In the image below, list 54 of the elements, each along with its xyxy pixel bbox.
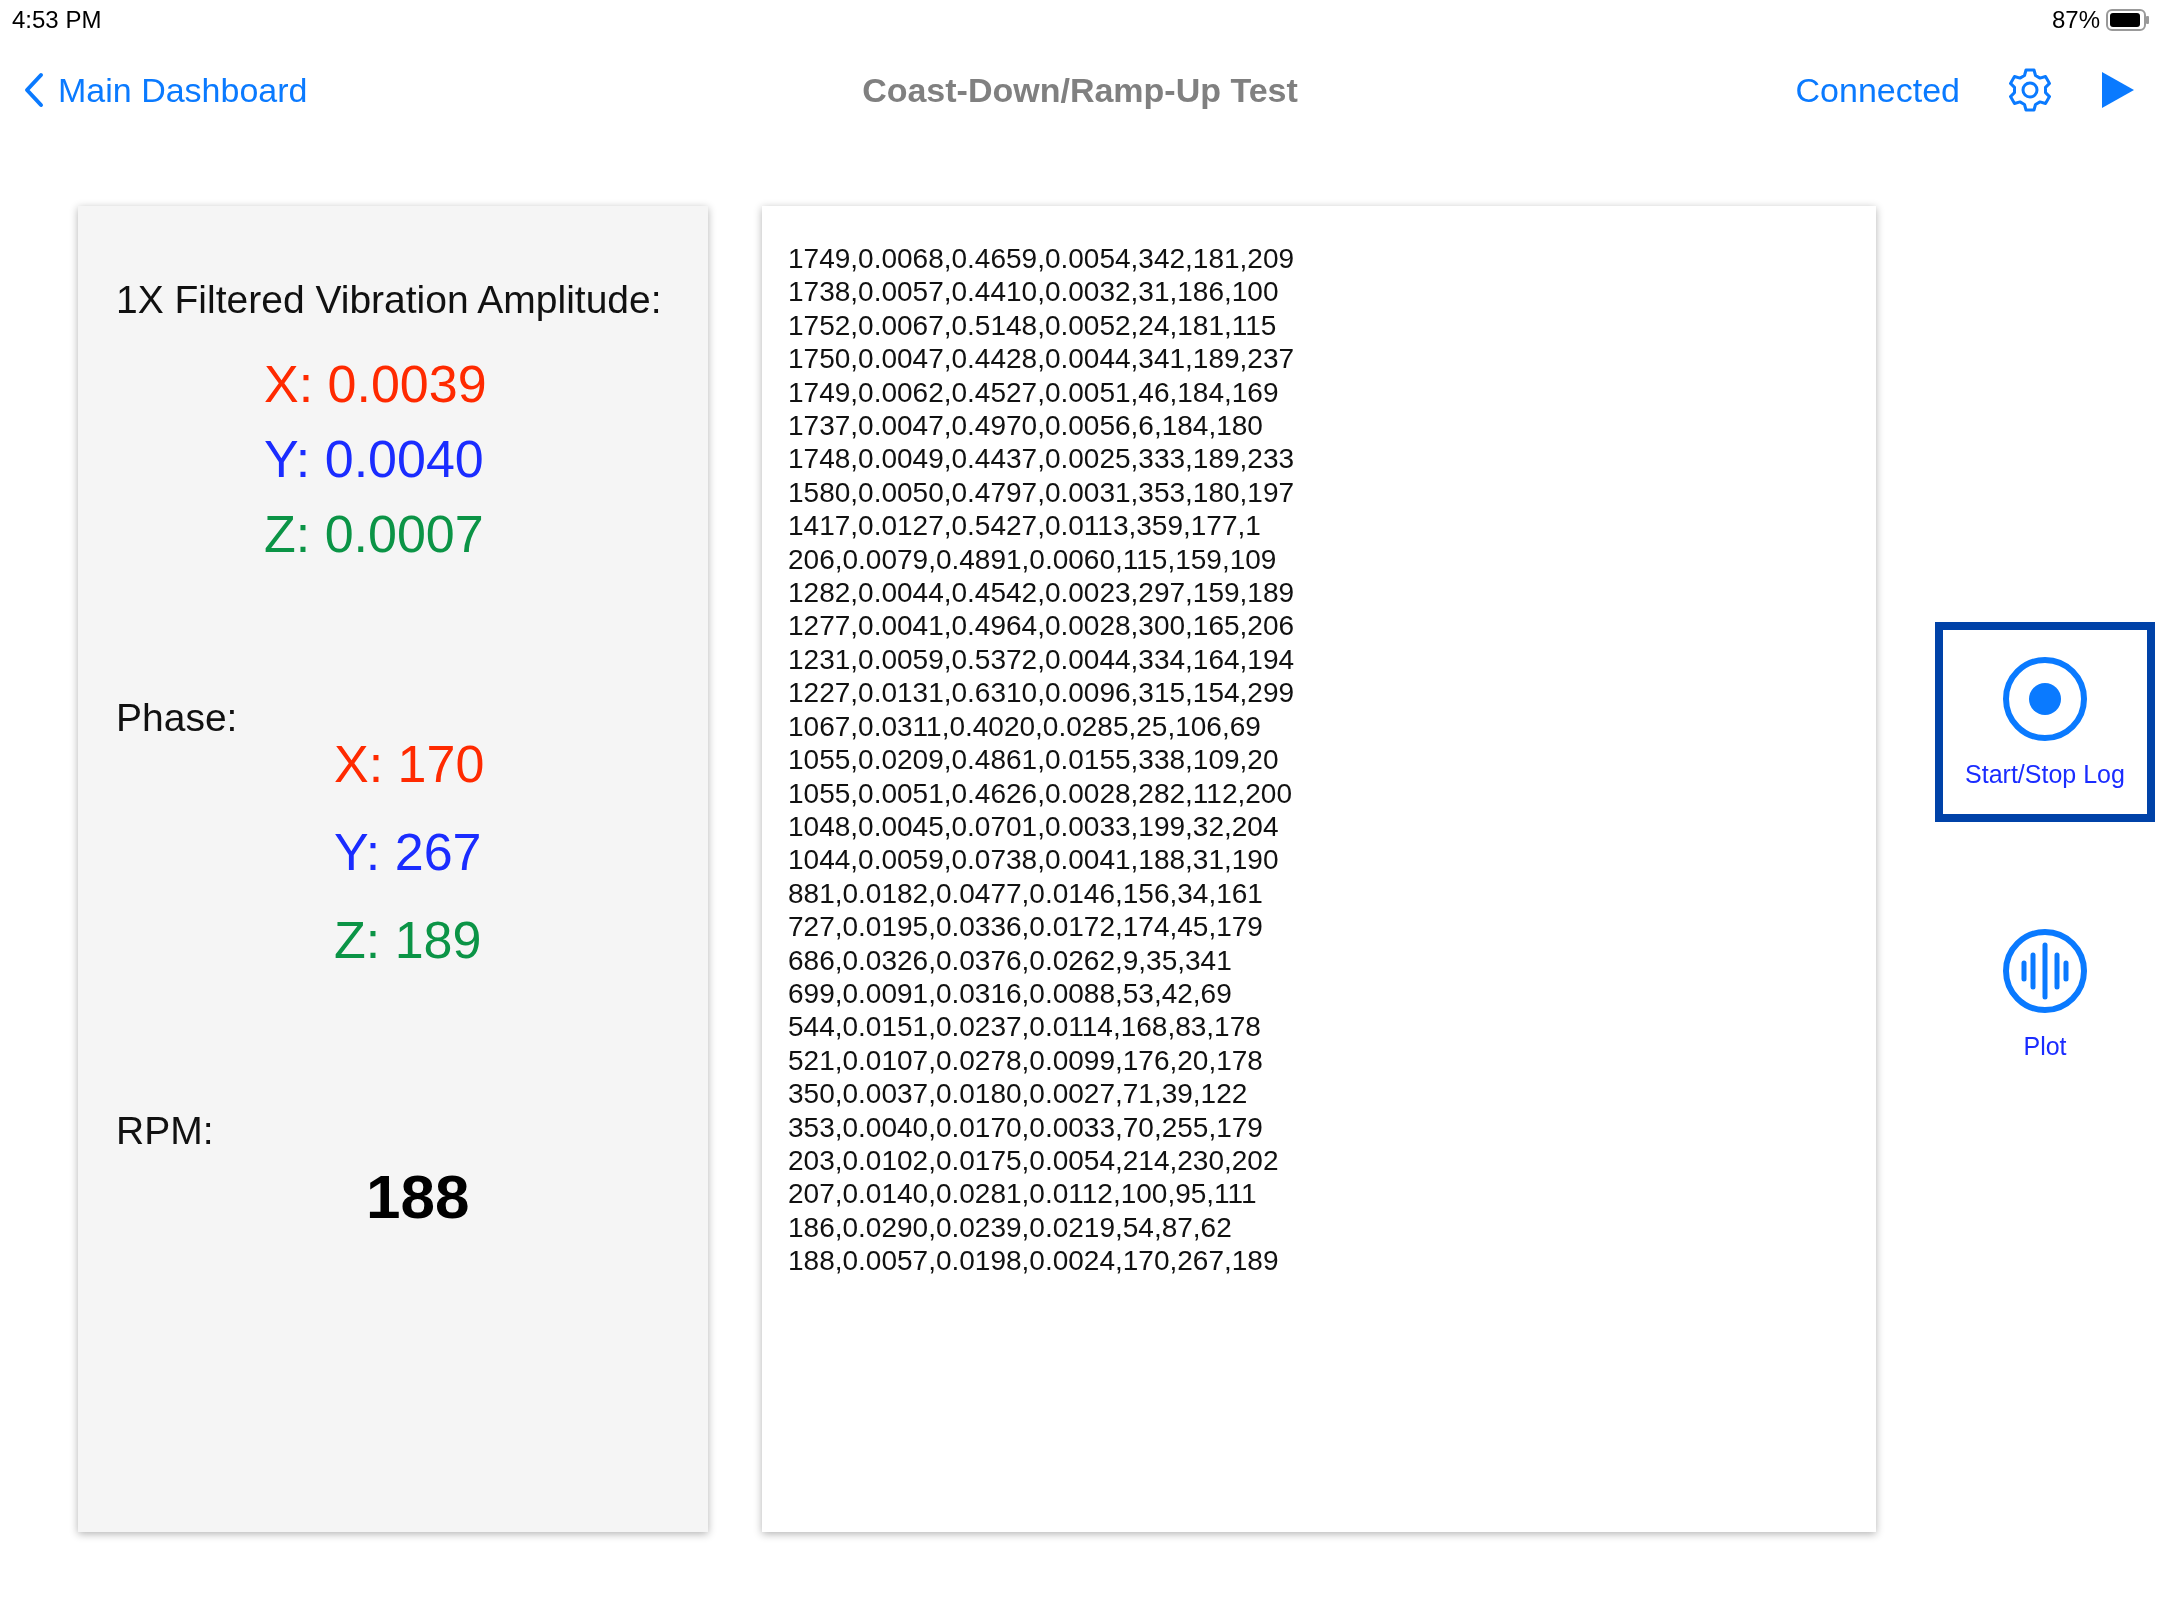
status-time: 4:53 PM	[12, 6, 102, 34]
log-line: 1752,0.0067,0.5148,0.0052,24,181,115	[788, 308, 1278, 343]
log-button[interactable]: Start/Stop Log	[1935, 622, 2155, 822]
log-line: 350,0.0037,0.0180,0.0027,71,39,122	[788, 1077, 1249, 1111]
log-line: 699,0.0091,0.0316,0.0088,53,42,69	[788, 976, 1233, 1011]
log-line: 1055,0.0051,0.4626,0.0028,282,112,200	[788, 776, 1293, 810]
amplitude-value: X: 0.0039	[264, 356, 487, 414]
log-line: 186,0.0290,0.0239,0.0219,54,87,62	[788, 1210, 1233, 1245]
log-line: 881,0.0182,0.0477,0.0146,156,34,161	[788, 876, 1264, 911]
log-line: 1055,0.0209,0.4861,0.0155,338,109,20	[788, 743, 1280, 777]
log-line: 686,0.0326,0.0376,0.0262,9,35,341	[788, 943, 1233, 977]
log-line: 206,0.0079,0.4891,0.0060,115,159,109	[788, 542, 1278, 577]
log-line: 1750,0.0047,0.4428,0.0044,341,189,237	[788, 342, 1296, 376]
log-line: 1067,0.0311,0.4020,0.0285,25,106,69	[788, 709, 1262, 744]
log-line: 1048,0.0045,0.0701,0.0033,199,32,204	[788, 809, 1280, 844]
log-line: 727,0.0195,0.0336,0.0172,174,45,179	[788, 910, 1264, 944]
back-chevron-icon	[24, 72, 44, 108]
waveform-icon	[2002, 927, 2088, 1014]
log-line: 1227,0.0131,0.6310,0.0096,315,154,299	[788, 676, 1296, 710]
amplitude-heading: 1X Filtered Vibration Amplitude:	[116, 278, 663, 322]
log-line: 1580,0.0050,0.4797,0.0031,353,180,197	[788, 475, 1296, 510]
amplitude-value: Z: 0.0007	[264, 506, 484, 564]
phase-value: Z: 189	[334, 911, 482, 970]
log-line: 1231,0.0059,0.5372,0.0044,334,164,194	[788, 642, 1296, 677]
phase-value: X: 170	[334, 735, 485, 793]
log-line: 1737,0.0047,0.4970,0.0056,6,184,180	[788, 409, 1264, 443]
phase-label: Phase:	[116, 695, 239, 740]
log-line: 1044,0.0059,0.0738,0.0041,188,31,190	[788, 843, 1280, 877]
battery-icon	[2106, 9, 2150, 31]
log-line: 1748,0.0049,0.4437,0.0025,333,189,233	[788, 442, 1296, 476]
log-line: 1738,0.0057,0.4410,0.0032,31,186,100	[788, 275, 1280, 309]
connection-status: Connected	[1795, 70, 1960, 110]
log-line: 203,0.0102,0.0175,0.0054,214,230,202	[788, 1143, 1280, 1178]
rpm-value: 188	[366, 1161, 471, 1233]
record-icon	[2002, 655, 2088, 742]
log-line: 1282,0.0044,0.4542,0.0023,297,159,189	[788, 576, 1296, 610]
play-icon[interactable]	[2100, 70, 2136, 110]
log-line: 544,0.0151,0.0237,0.0114,168,83,178	[788, 1010, 1262, 1044]
rpm-label: RPM:	[116, 1109, 215, 1154]
log-line: 188,0.0057,0.0198,0.0024,170,267,189	[788, 1244, 1280, 1278]
log-line: 207,0.0140,0.0281,0.0112,100,95,111	[788, 1177, 1258, 1211]
settings-icon[interactable]	[2006, 66, 2054, 114]
log-line: 1749,0.0062,0.4527,0.0051,46,184,169	[788, 375, 1280, 410]
amplitude-value: Y: 0.0040	[264, 431, 484, 489]
battery-percent: 87%	[2051, 6, 2100, 34]
back-link[interactable]: Main Dashboard	[24, 70, 308, 110]
page-title: Coast-Down/Ramp-Up Test	[862, 70, 1298, 109]
log-line: 1749,0.0068,0.4659,0.0054,342,181,209	[788, 242, 1296, 276]
log-line: 1277,0.0041,0.4964,0.0028,300,165,206	[788, 609, 1296, 643]
log-line: 353,0.0040,0.0170,0.0033,70,255,179	[788, 1110, 1264, 1144]
plot-button[interactable]: Plot	[1935, 894, 2155, 1094]
log-line: 1417,0.0127,0.5427,0.0113,359,177,1	[788, 509, 1262, 543]
phase-value: Y: 267	[334, 823, 482, 881]
log-line: 521,0.0107,0.0278,0.0099,176,20,178	[788, 1043, 1264, 1078]
